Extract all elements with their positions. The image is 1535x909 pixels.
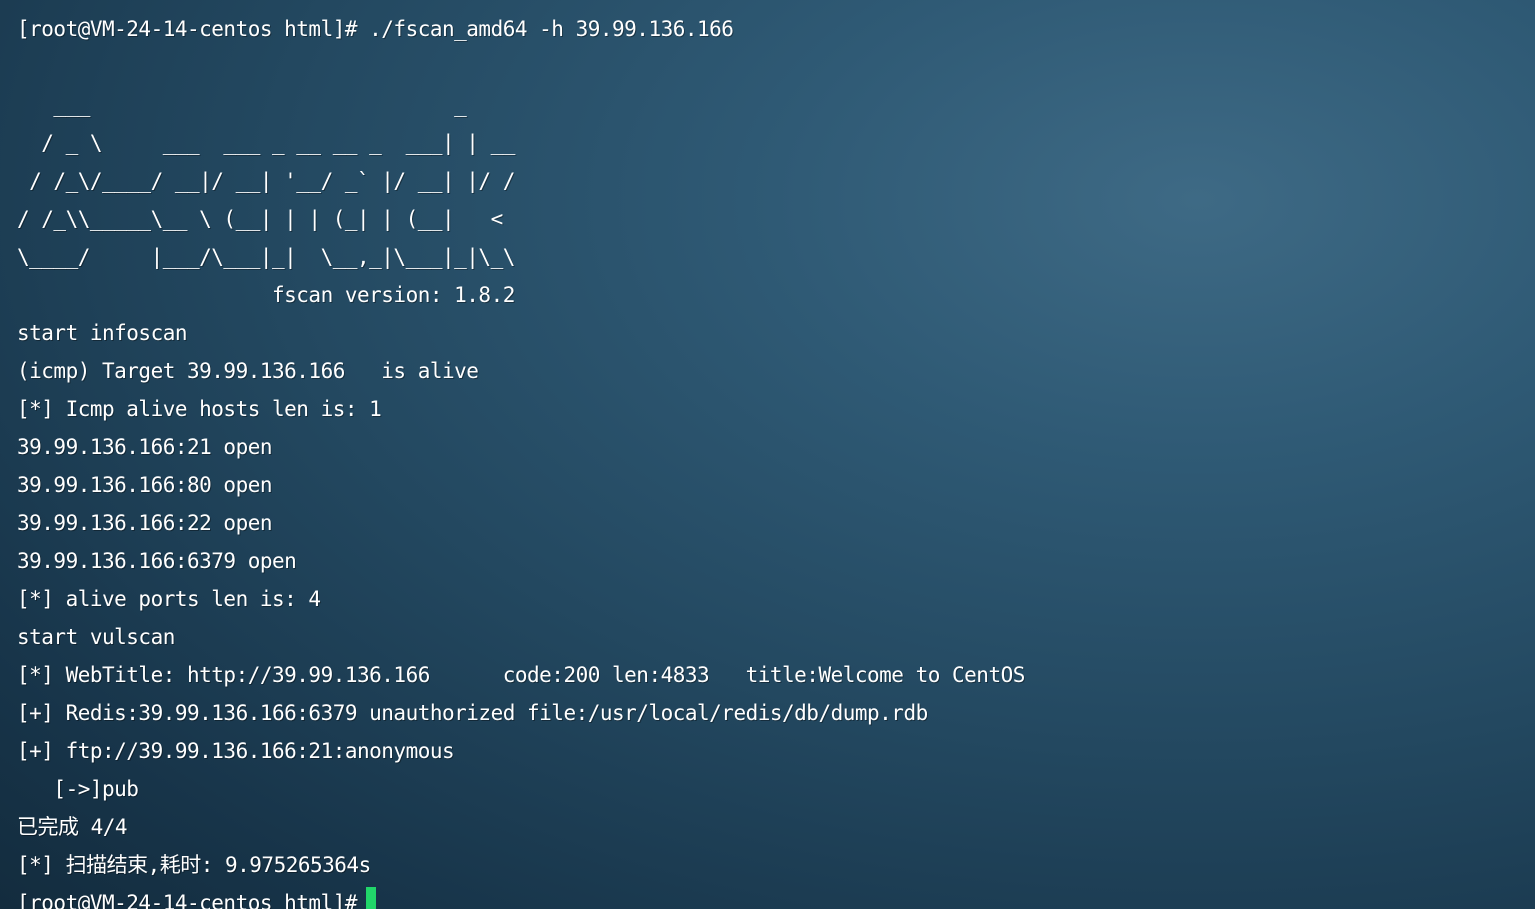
output-line: [*] WebTitle: http://39.99.136.166 code:… — [17, 663, 1025, 687]
output-line: start infoscan — [17, 321, 188, 345]
prompt-line[interactable]: [root@VM-24-14-centos html]# — [17, 884, 369, 909]
command-line: [root@VM-24-14-centos html]# ./fscan_amd… — [17, 17, 734, 41]
open-port-line: 39.99.136.166:22 open — [17, 511, 273, 535]
output-line: [->]pub — [17, 777, 139, 801]
progress-line: 已完成 4/4 — [17, 815, 128, 839]
output-line: [+] Redis:39.99.136.166:6379 unauthorize… — [17, 701, 928, 725]
ascii-banner-line-2: / _ \ ___ ___ _ __ __ _ ___| | __ — [17, 131, 515, 155]
terminal-window[interactable]: [root@VM-24-14-centos html]# ./fscan_amd… — [0, 0, 1535, 909]
open-port-line: 39.99.136.166:6379 open — [17, 549, 297, 573]
output-line: [+] ftp://39.99.136.166:21:anonymous — [17, 739, 455, 763]
output-line: [*] Icmp alive hosts len is: 1 — [17, 397, 382, 421]
ascii-banner-line-1: ___ _ — [17, 93, 467, 117]
ascii-banner-line-4: / /_\\_____\__ \ (__| | | (_| | (__| < — [17, 207, 503, 231]
output-line: [*] alive ports len is: 4 — [17, 587, 321, 611]
output-line: (icmp) Target 39.99.136.166 is alive — [17, 359, 479, 383]
cursor — [366, 887, 376, 909]
open-port-line: 39.99.136.166:80 open — [17, 473, 273, 497]
output-line: start vulscan — [17, 625, 175, 649]
version-line: fscan version: 1.8.2 — [17, 283, 515, 307]
elapsed-time-line: [*] 扫描结束,耗时: 9.975265364s — [17, 853, 371, 877]
open-port-line: 39.99.136.166:21 open — [17, 435, 273, 459]
ascii-banner-line-5: \____/ |___/\___|_| \__,_|\___|_|\_\ — [17, 245, 515, 269]
ascii-banner-line-3: / /_\/____/ __|/ __| '__/ _` |/ __| |/ / — [17, 169, 515, 193]
